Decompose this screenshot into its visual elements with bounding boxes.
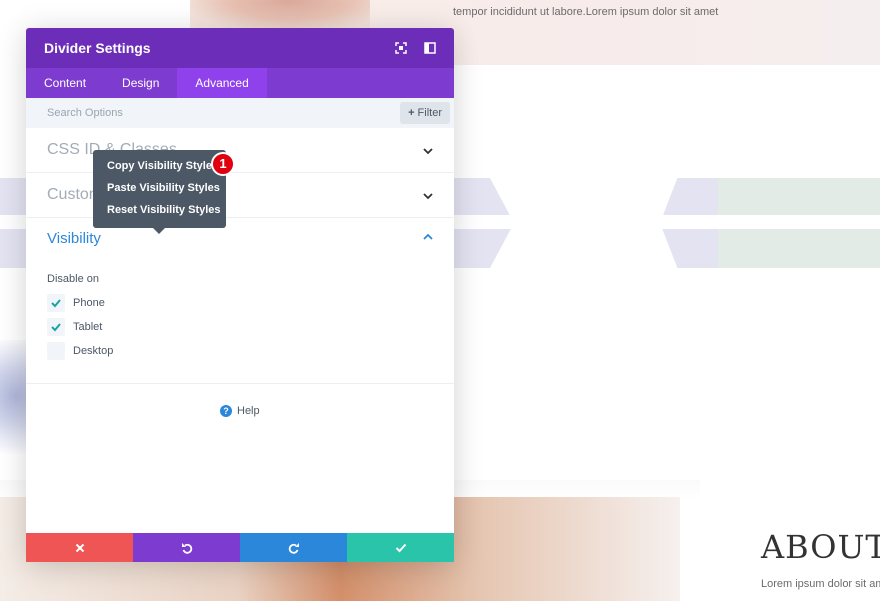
chevron-down-icon[interactable] <box>422 192 434 200</box>
search-input[interactable] <box>26 98 386 128</box>
tablet-checkbox[interactable] <box>47 318 65 336</box>
desktop-checkbox[interactable] <box>47 342 65 360</box>
about-heading: ABOUT I <box>761 528 880 566</box>
check-icon <box>51 299 61 308</box>
option-phone[interactable]: Phone <box>47 294 105 312</box>
redo-icon <box>288 542 299 554</box>
undo-icon <box>181 542 192 554</box>
tab-bar: Content Design Advanced <box>26 68 454 98</box>
divider-settings-modal: Divider Settings Content Design Advanced… <box>26 28 454 562</box>
menu-item-paste-visibility[interactable]: Paste Visibility Styles <box>93 177 226 199</box>
tab-content[interactable]: Content <box>26 68 104 98</box>
save-button[interactable] <box>347 533 454 562</box>
step-badge: 1 <box>211 152 235 176</box>
check-icon <box>395 543 406 552</box>
background-paragraph: tempor incididunt ut labore.Lorem ipsum … <box>453 6 719 18</box>
menu-item-copy-visibility[interactable]: Copy Visibility Styles <box>93 155 226 177</box>
discard-button[interactable] <box>26 533 133 562</box>
help-link[interactable]: ? Help <box>220 405 260 417</box>
paint-splatter <box>0 340 26 480</box>
divider-band-right <box>454 178 514 268</box>
section-title[interactable]: Visibility <box>47 230 101 247</box>
phone-checkbox[interactable] <box>47 294 65 312</box>
modal-title: Divider Settings <box>44 40 151 56</box>
close-icon <box>75 543 84 552</box>
section-custom-css[interactable]: Custom CSS <box>26 173 454 218</box>
chevron-down-icon[interactable] <box>422 147 434 155</box>
disable-on-label: Disable on <box>47 273 99 285</box>
option-tablet[interactable]: Tablet <box>47 318 102 336</box>
redo-button[interactable] <box>240 533 347 562</box>
plus-icon: + <box>408 107 415 119</box>
expand-icon[interactable] <box>394 41 408 55</box>
check-icon <box>51 323 61 332</box>
filter-label: Filter <box>417 107 442 119</box>
context-menu: Copy Visibility Styles Paste Visibility … <box>93 150 226 234</box>
divider-band-far <box>660 178 880 268</box>
phone-label: Phone <box>73 297 105 309</box>
divider-band-left <box>0 178 26 268</box>
section-css-id-classes[interactable]: CSS ID & Classes <box>26 128 454 173</box>
split-view-icon[interactable] <box>423 41 437 55</box>
tablet-label: Tablet <box>73 321 103 333</box>
help-label: Help <box>237 405 260 417</box>
tab-design[interactable]: Design <box>104 68 177 98</box>
undo-button[interactable] <box>133 533 240 562</box>
background-photo <box>190 0 370 30</box>
section-visibility: Visibility Disable on Phone Tablet Deskt… <box>26 218 454 384</box>
filter-button[interactable]: + Filter <box>400 102 450 124</box>
option-desktop[interactable]: Desktop <box>47 342 113 360</box>
modal-header[interactable]: Divider Settings <box>26 28 454 68</box>
question-icon: ? <box>220 405 232 417</box>
desktop-label: Desktop <box>73 345 114 357</box>
about-paragraph: Lorem ipsum dolor sit am <box>761 578 880 590</box>
menu-item-reset-visibility[interactable]: Reset Visibility Styles <box>93 199 226 221</box>
modal-footer <box>26 533 454 562</box>
search-bar: +Filter <box>26 98 454 128</box>
chevron-up-icon[interactable] <box>422 233 434 241</box>
tab-advanced[interactable]: Advanced <box>177 68 267 98</box>
